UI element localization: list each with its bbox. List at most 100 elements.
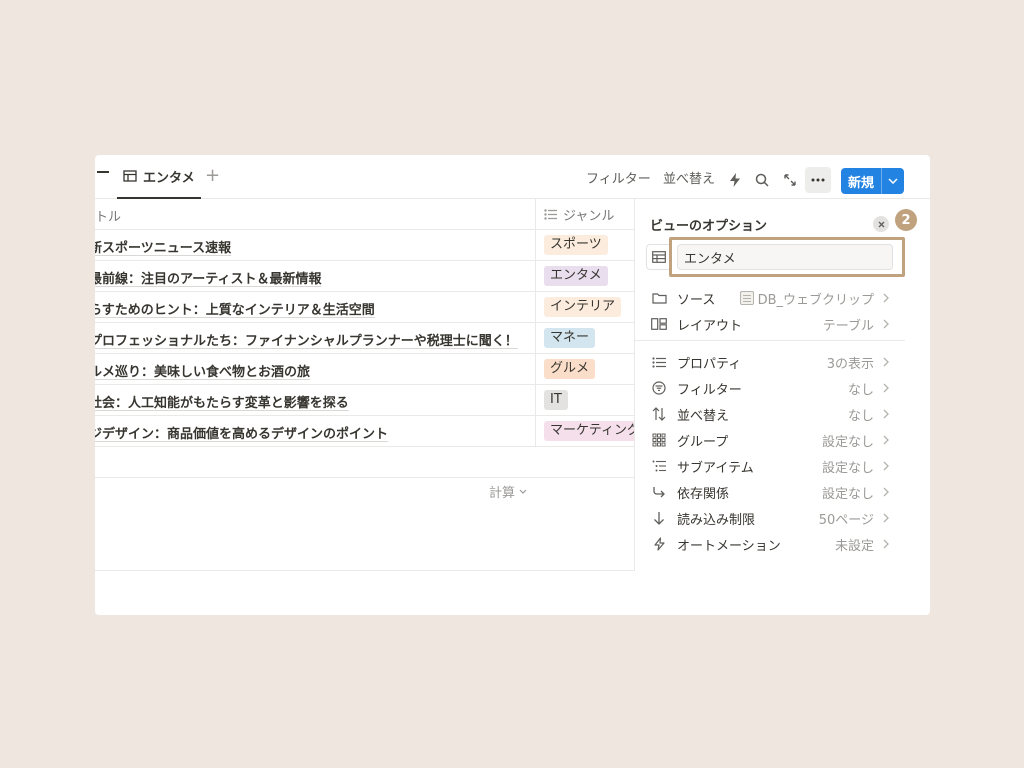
table-row[interactable]: ジデザイン：商品価値を高めるデザインのポイント マーケティング [95,416,635,447]
filter-icon [650,379,668,397]
panel-title: ビューのオプション [650,219,768,234]
view-options-panel: ビューのオプション 2 ソース DB_ウェブクリップ レイアウト テーブル プロ… [635,199,917,571]
genre-cell[interactable]: IT [535,385,635,416]
option-value: 設定なし [821,434,874,450]
option-properties[interactable]: プロパティ 3の表示 [650,351,890,373]
step-badge: 2 [895,209,917,231]
table-icon [123,170,137,182]
calculate-label: 計算 [489,486,516,501]
option-value: DB_ウェブクリップ [757,292,874,308]
genre-cell[interactable]: インテリア [535,292,635,323]
row-title[interactable]: 社会：人工知能がもたらす変革と影響を探る [95,392,349,411]
new-button-label: 新規 [847,175,874,191]
group-icon [650,431,668,449]
option-source[interactable]: ソース DB_ウェブクリップ [650,287,890,309]
genre-tag: エンタメ [544,266,608,286]
option-dependencies[interactable]: 依存関係 設定なし [650,481,890,503]
sort-icon [650,405,668,423]
table-row[interactable]: らすためのヒント：上質なインテリア＆生活空間 インテリア [95,292,635,323]
list-icon [650,353,668,371]
dependency-icon [650,483,668,501]
option-value: テーブル [822,318,874,334]
option-label: オートメーション [677,538,781,554]
list-property-icon [544,209,557,220]
genre-column-header[interactable]: ジャンル [535,199,635,230]
genre-tag: スポーツ [544,235,608,255]
option-label: 読み込み制限 [677,512,756,528]
option-label: レイアウト [677,318,743,334]
option-layout[interactable]: レイアウト テーブル [650,313,890,335]
automation-bolt-icon[interactable] [724,169,746,191]
row-title[interactable]: らすためのヒント：上質なインテリア＆生活空間 [95,299,375,318]
database-table: トル ジャンル 新スポーツニュース速報 スポーツ 最前線：注目のアーティスト＆最… [95,199,635,478]
table-row[interactable]: プロフェッショナルたち：ファイナンシャルプランナーや税理士に聞く！ マネー [95,323,635,354]
option-automation[interactable]: オートメーション 未設定 [650,533,890,555]
option-subitems[interactable]: サブアイテム 設定なし [650,455,890,477]
row-title[interactable]: ルメ巡り：美味しい食べ物とお酒の旅 [95,361,310,380]
more-options-button[interactable] [805,167,831,193]
option-value: 設定なし [821,460,874,476]
chevron-right-icon [882,293,890,303]
chevron-right-icon [882,539,890,549]
option-label: サブアイテム [677,460,754,476]
option-label: フィルター [677,382,742,398]
option-value: なし [847,382,874,398]
database-toolbar: エンタメ + フィルター 並べ替え 新規 [95,155,930,199]
option-label: ソース [677,292,716,308]
genre-cell[interactable]: グルメ [535,354,635,385]
row-title[interactable]: プロフェッショナルたち：ファイナンシャルプランナーや税理士に聞く！ [95,330,518,349]
genre-tag: インテリア [544,297,622,317]
tab-entame[interactable]: エンタメ [117,155,201,199]
option-group[interactable]: グループ 設定なし [650,429,890,451]
genre-cell[interactable]: マーケティング [535,416,635,447]
option-filter[interactable]: フィルター なし [650,377,890,399]
table-row[interactable]: 社会：人工知能がもたらす変革と影響を探る IT [95,385,635,416]
options-divider [635,340,905,341]
table-bottom-border [95,570,635,571]
title-column-header[interactable]: トル [95,206,121,225]
genre-header-label: ジャンル [563,209,615,224]
search-icon[interactable] [751,169,773,191]
ellipsis-icon [811,178,825,182]
row-title[interactable]: ジデザイン：商品価値を高めるデザインのポイント [95,423,388,442]
genre-cell[interactable]: スポーツ [535,230,635,261]
option-label: 依存関係 [677,486,730,502]
calculate-button[interactable]: 計算 [489,482,527,501]
option-load-limit[interactable]: 読み込み制限 50ページ [650,507,890,529]
add-view-button[interactable]: + [205,167,220,185]
folder-icon [650,289,668,307]
table-row[interactable]: 新スポーツニュース速報 スポーツ [95,230,635,261]
genre-cell[interactable]: マネー [535,323,635,354]
highlight-box [669,237,905,277]
option-value: 3の表示 [826,356,874,372]
new-button[interactable]: 新規 [841,168,904,194]
new-row-area[interactable] [95,447,635,478]
row-title[interactable]: 新スポーツニュース速報 [95,237,231,256]
row-title[interactable]: 最前線：注目のアーティスト＆最新情報 [95,268,321,287]
chevron-right-icon [882,357,890,367]
expand-icon[interactable] [779,169,801,191]
chevron-right-icon [882,435,890,445]
option-value: 50ページ [818,512,874,528]
table-row[interactable]: ルメ巡り：美味しい食べ物とお酒の旅 グルメ [95,354,635,385]
close-icon[interactable] [873,216,889,232]
table-row[interactable]: 最前線：注目のアーティスト＆最新情報 エンタメ [95,261,635,292]
option-value: 設定なし [821,486,874,502]
layout-icon [650,315,668,333]
chevron-down-icon[interactable] [881,168,904,194]
option-value: なし [847,408,874,424]
previous-tab-fragment[interactable] [97,171,109,173]
automation-icon [650,535,668,553]
document-icon [739,291,754,305]
chevron-right-icon [882,461,890,471]
chevron-right-icon [882,487,890,497]
option-sort[interactable]: 並べ替え なし [650,403,890,425]
sort-button[interactable]: 並べ替え [663,172,715,188]
chevron-right-icon [882,319,890,329]
genre-cell[interactable]: エンタメ [535,261,635,292]
genre-tag: グルメ [544,359,596,379]
chevron-right-icon [882,409,890,419]
subitem-icon [650,457,668,475]
chevron-right-icon [882,383,890,393]
filter-button[interactable]: フィルター [586,172,651,188]
